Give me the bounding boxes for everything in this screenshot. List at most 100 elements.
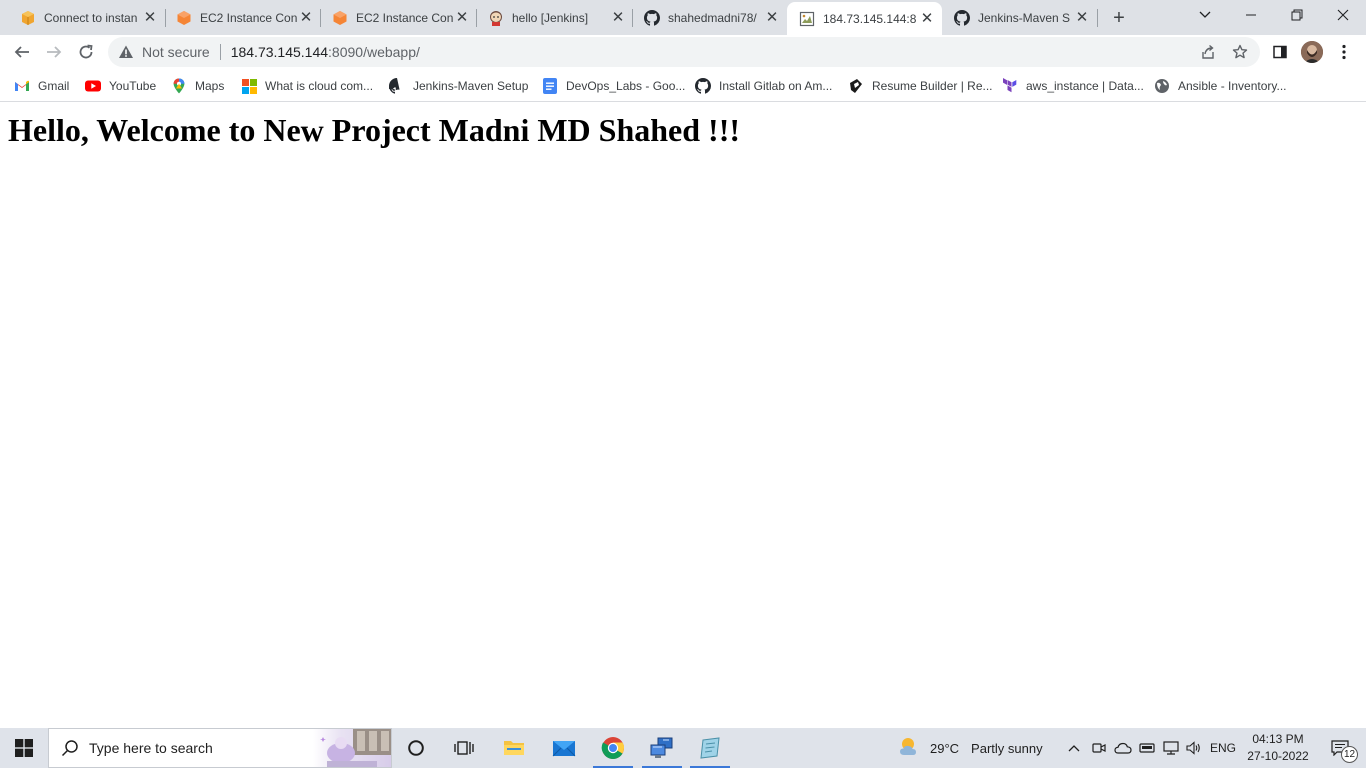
taskbar-chrome[interactable] — [589, 728, 637, 768]
action-center-button[interactable]: 12 — [1320, 728, 1360, 768]
arrow-right-icon — [47, 46, 62, 58]
bookmark-install-gitlab[interactable]: Install Gitlab on Am... — [695, 76, 832, 96]
bookmark-label: What is cloud com... — [265, 79, 374, 93]
close-icon[interactable]: ✕ — [918, 10, 936, 28]
clock-date: 27-10-2022 — [1247, 749, 1309, 763]
new-tab-button[interactable]: + — [1107, 6, 1131, 30]
bookmark-what-is-cloud[interactable]: What is cloud com... — [241, 76, 373, 96]
taskbar-search-box[interactable]: Type here to search — [48, 728, 392, 768]
bookmark-label: DevOps_Labs - Goo... — [566, 79, 686, 93]
avatar-image-icon — [1301, 41, 1323, 63]
github-icon — [644, 9, 660, 26]
search-placeholder: Type here to search — [89, 740, 213, 756]
folder-icon — [504, 741, 524, 755]
warning-icon[interactable] — [118, 44, 134, 60]
bookmark-resume-builder[interactable]: Resume Builder | Re... — [848, 76, 993, 96]
youtube-icon — [85, 78, 101, 94]
bookmark-gmail[interactable]: Gmail — [14, 76, 69, 96]
bookmark-label: Install Gitlab on Am... — [719, 79, 833, 93]
tab-jenkins-maven-setup[interactable]: Jenkins-Maven S ✕ — [942, 0, 1097, 35]
aws-ec2-icon — [176, 10, 192, 26]
restore-button[interactable] — [1274, 0, 1320, 30]
bookmark-label: Resume Builder | Re... — [872, 79, 993, 93]
taskbar-clock[interactable]: 04:13 PM 27-10-2022 — [1244, 731, 1312, 765]
tab-github-shahedmadni78[interactable]: shahedmadni78/ ✕ — [632, 0, 787, 35]
tab-ec2-instance-connect-1[interactable]: EC2 Instance Con ✕ — [164, 0, 321, 35]
aws-cube-icon — [20, 10, 36, 26]
clock-time: 04:13 PM — [1252, 732, 1304, 746]
windows-logo-icon — [15, 739, 33, 757]
bookmark-jenkins-maven-setup[interactable]: Jenkins-Maven Setup — [389, 76, 528, 96]
close-icon[interactable]: ✕ — [453, 9, 471, 27]
tab-title: EC2 Instance Con — [200, 10, 297, 25]
tab-title: EC2 Instance Con — [356, 10, 453, 25]
partly-sunny-icon — [898, 735, 922, 762]
taskbar-notes-app[interactable] — [686, 728, 734, 768]
back-button[interactable] — [8, 38, 36, 66]
reload-button[interactable] — [72, 38, 100, 66]
search-icon — [61, 739, 79, 757]
tab-hello-jenkins[interactable]: hello [Jenkins] ✕ — [476, 0, 633, 35]
tray-storage[interactable] — [1136, 728, 1158, 768]
tab-search-button[interactable] — [1182, 0, 1228, 30]
bookmark-label: Gmail — [38, 79, 70, 93]
security-status-label[interactable]: Not secure — [142, 44, 210, 60]
minimize-button[interactable] — [1228, 0, 1274, 30]
gmail-icon — [14, 78, 30, 94]
close-icon[interactable]: ✕ — [297, 9, 315, 27]
microsoft-icon — [241, 78, 257, 94]
bookmark-ansible-inventory[interactable]: Ansible - Inventory... — [1154, 76, 1287, 96]
page-heading: Hello, Welcome to New Project Madni MD S… — [8, 112, 741, 148]
chevron-down-icon — [1199, 11, 1211, 18]
weather-widget[interactable]: 29°C Partly sunny — [898, 728, 1043, 768]
bookmark-maps[interactable]: Maps — [171, 76, 224, 96]
tab-title: 184.73.145.144:8 — [823, 11, 917, 26]
bookmark-devops-labs[interactable]: DevOps_Labs - Goo... — [542, 76, 685, 96]
bookmarks-bar: Gmail YouTube Maps What is cloud com... … — [0, 70, 1366, 102]
forward-button[interactable] — [40, 38, 68, 66]
url-text[interactable]: 184.73.145.144:8090/webapp/ — [231, 44, 420, 60]
taskbar-mail[interactable] — [540, 728, 588, 768]
speaker-icon — [1186, 741, 1200, 755]
browser-toolbar: Not secure 184.73.145.144:8090/webapp/ — [0, 35, 1366, 70]
cortana-circle-icon — [408, 740, 424, 756]
bookmark-star-button[interactable] — [1226, 38, 1254, 66]
cortana-button[interactable] — [392, 728, 440, 768]
bookmark-label: Ansible - Inventory... — [1178, 79, 1287, 93]
profile-avatar[interactable] — [1301, 41, 1323, 63]
address-bar[interactable]: Not secure 184.73.145.144:8090/webapp/ — [108, 37, 1260, 67]
show-hidden-icons-button[interactable] — [1064, 728, 1084, 768]
close-icon[interactable]: ✕ — [1073, 9, 1091, 27]
tab-webapp-active[interactable]: 184.73.145.144:8 ✕ — [787, 2, 942, 35]
side-panel-button[interactable] — [1266, 38, 1294, 66]
notification-count-badge: 12 — [1341, 746, 1359, 763]
share-button[interactable] — [1194, 38, 1222, 66]
taskbar-file-explorer[interactable] — [490, 728, 538, 768]
taskbar-remote-desktop[interactable] — [638, 728, 686, 768]
bookmark-label: YouTube — [109, 79, 157, 93]
side-panel-icon — [1273, 45, 1287, 59]
start-button[interactable] — [0, 728, 48, 768]
tab-ec2-instance-connect-2[interactable]: EC2 Instance Con ✕ — [320, 0, 477, 35]
tray-volume[interactable] — [1183, 728, 1205, 768]
close-window-button[interactable] — [1320, 0, 1366, 30]
tray-network[interactable] — [1160, 728, 1182, 768]
tab-separator — [1097, 9, 1098, 27]
tab-connect-to-instance[interactable]: Connect to instan ✕ — [8, 0, 165, 35]
close-icon[interactable]: ✕ — [763, 9, 781, 27]
bookmark-label: Jenkins-Maven Setup — [413, 79, 529, 93]
tray-onedrive[interactable] — [1112, 728, 1134, 768]
bookmark-aws-instance[interactable]: aws_instance | Data... — [1002, 76, 1144, 96]
google-docs-icon — [542, 78, 558, 94]
restore-icon — [1291, 9, 1303, 21]
tray-meet-now[interactable] — [1088, 728, 1110, 768]
browser-menu-button[interactable] — [1330, 38, 1358, 66]
task-view-button[interactable] — [440, 728, 488, 768]
input-language[interactable]: ENG — [1210, 728, 1236, 768]
mail-icon — [552, 741, 576, 757]
close-icon[interactable]: ✕ — [141, 9, 159, 27]
broken-image-icon — [799, 11, 815, 27]
close-icon[interactable]: ✕ — [609, 9, 627, 27]
github-icon — [695, 78, 711, 94]
bookmark-youtube[interactable]: YouTube — [85, 76, 156, 96]
